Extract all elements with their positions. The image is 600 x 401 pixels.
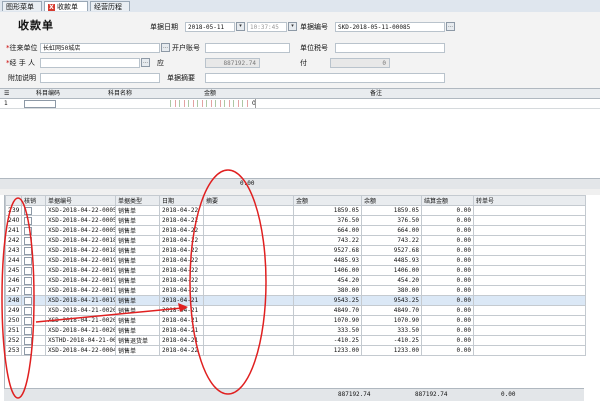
annotation-arrow-head <box>178 303 188 312</box>
annotation-ellipse-dates <box>189 169 267 395</box>
annotation-overlay <box>1 169 267 399</box>
annotation-arrow-line <box>35 307 183 323</box>
annotation-ellipse-rows <box>1 197 35 399</box>
